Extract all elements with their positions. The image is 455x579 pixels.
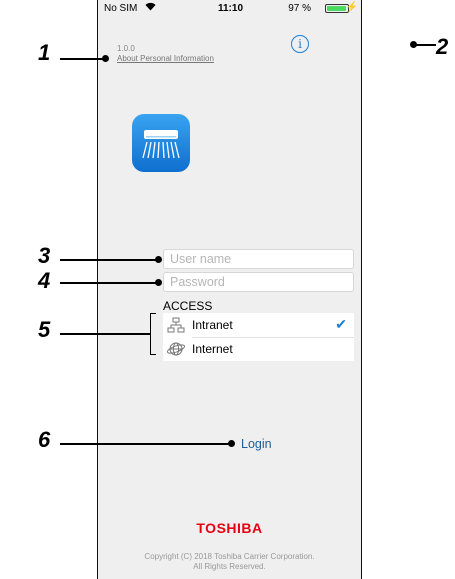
status-bar: No SIM 11:10 97 % ⚡ <box>98 0 363 18</box>
checkmark-icon: ✔ <box>335 316 347 332</box>
clock: 11:10 <box>217 3 244 14</box>
copyright-line1: Copyright (C) 2018 Toshiba Carrier Corpo… <box>144 552 315 561</box>
callout-3: 3 <box>38 243 51 268</box>
brand-logo: TOSHIBA <box>196 520 263 536</box>
app-version: 1.0.0 <box>117 44 135 53</box>
login-button[interactable]: Login <box>241 437 272 451</box>
callout-line-1 <box>60 58 107 60</box>
access-option-label: Intranet <box>192 318 233 332</box>
air-conditioner-icon <box>132 114 190 172</box>
charging-icon: ⚡ <box>345 2 358 13</box>
callout-4: 4 <box>38 268 51 293</box>
callout-line-3 <box>60 259 159 261</box>
callout-dot-2 <box>410 41 417 48</box>
callout-line-5 <box>60 333 150 335</box>
globe-icon <box>166 341 186 357</box>
username-input[interactable] <box>163 249 354 269</box>
password-input[interactable] <box>163 272 354 292</box>
copyright-line2: All Rights Reserved. <box>193 562 266 571</box>
callout-line-6 <box>60 443 232 445</box>
access-option-intranet[interactable]: Intranet ✔ <box>163 313 354 338</box>
network-icon <box>167 317 185 333</box>
callout-line-4 <box>60 282 159 284</box>
access-label: ACCESS <box>163 299 213 313</box>
callout-1: 1 <box>38 40 51 65</box>
callout-dot-3 <box>155 256 162 263</box>
access-list: Intranet ✔ Internet <box>163 313 354 361</box>
callout-2: 2 <box>436 34 449 59</box>
callout-5: 5 <box>38 317 51 342</box>
callout-6: 6 <box>38 427 51 452</box>
callout-dot-6 <box>228 440 235 447</box>
callout-dot-1 <box>102 55 109 62</box>
callout-dot-4 <box>155 279 162 286</box>
callout-line-2 <box>414 44 436 46</box>
access-option-internet[interactable]: Internet <box>163 337 354 361</box>
privacy-link[interactable]: About Personal Information <box>117 54 214 63</box>
info-icon[interactable]: i <box>291 35 309 53</box>
access-option-label: Internet <box>192 342 233 356</box>
battery-percent: 97 % <box>288 3 311 14</box>
callout-bracket-5 <box>150 313 156 355</box>
